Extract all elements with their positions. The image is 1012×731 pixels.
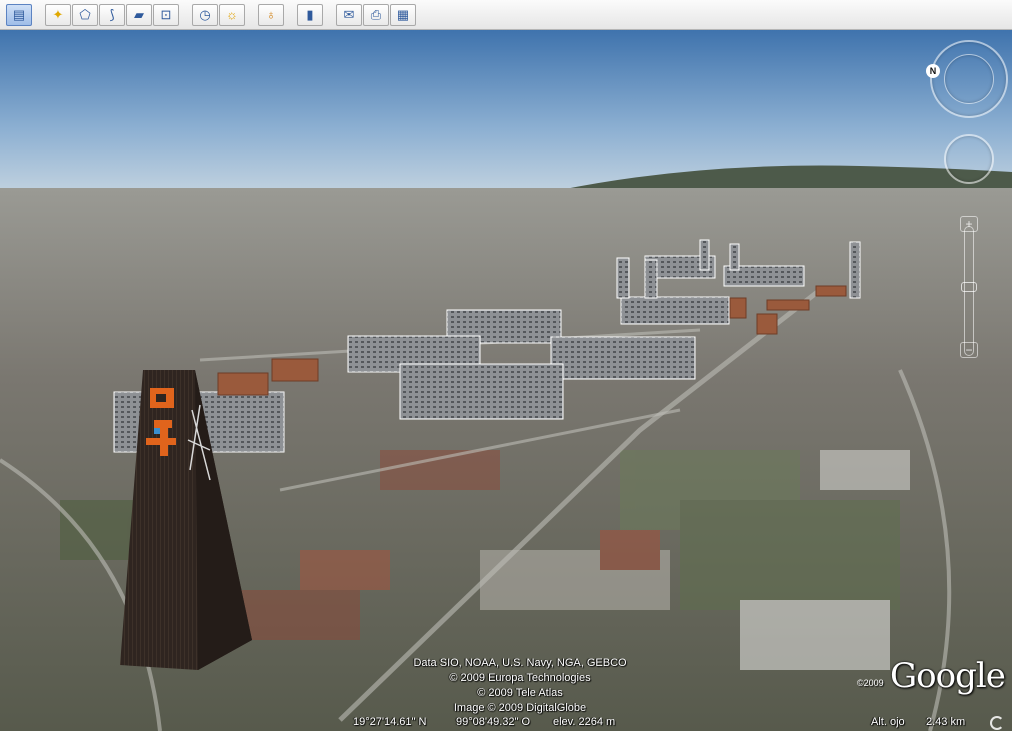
record-tour-button[interactable]: ⊡: [153, 3, 179, 26]
sidebar-toggle-button[interactable]: ▤: [6, 3, 32, 26]
elevation-readout: elev. 2264 m: [553, 716, 616, 728]
print-button[interactable]: ⎙: [363, 3, 389, 26]
ruler-button[interactable]: ▮: [297, 3, 323, 26]
north-reset-button[interactable]: N: [926, 64, 940, 78]
eye-altitude-value: 2.43 km: [926, 716, 966, 728]
sunlight-button[interactable]: ☼: [219, 3, 245, 26]
record-tour-icon: ⊡: [160, 7, 172, 22]
credit-line: Data SIO, NOAA, U.S. Navy, NGA, GEBCO: [413, 657, 627, 669]
historical-imagery-icon: ◷: [199, 7, 211, 22]
add-image-overlay-icon: ▰: [134, 7, 144, 22]
add-polygon-icon: ⬠: [79, 7, 91, 22]
google-logo: Google: [890, 656, 1006, 696]
add-path-icon: ⟆: [109, 7, 115, 22]
longitude-readout: 99°08'49.32" O: [456, 716, 531, 728]
zoom-slider-handle[interactable]: [961, 282, 977, 292]
view-in-maps-button[interactable]: ▦: [390, 3, 416, 26]
add-placemark-icon: ✦: [52, 7, 64, 22]
print-icon: ⎙: [370, 7, 382, 22]
imagery-credits: Data SIO, NOAA, U.S. Navy, NGA, GEBCO © …: [370, 656, 670, 716]
add-path-button[interactable]: ⟆: [99, 3, 125, 26]
switch-planet-button[interactable]: ♁: [258, 3, 284, 26]
move-joystick[interactable]: [944, 134, 994, 184]
streaming-progress-icon: [990, 716, 1004, 730]
historical-imagery-button[interactable]: ◷: [192, 3, 218, 26]
earth-3d-view[interactable]: N + − Data SIO, NOAA, U.S. Navy, NGA, GE…: [0, 30, 1012, 731]
add-placemark-button[interactable]: ✦: [45, 3, 71, 26]
ruler-icon: ▮: [306, 7, 314, 22]
email-button[interactable]: ✉: [336, 3, 362, 26]
sidebar-toggle-icon: ▤: [12, 7, 26, 22]
aerial-scene: [0, 30, 1012, 731]
zoom-out-button[interactable]: −: [960, 342, 978, 358]
email-icon: ✉: [343, 7, 355, 22]
add-polygon-button[interactable]: ⬠: [72, 3, 98, 26]
switch-planet-icon: ♁: [266, 7, 276, 22]
credit-line: © 2009 Europa Technologies: [449, 672, 591, 684]
copyright-year: ©2009: [857, 678, 884, 688]
credit-line: Image © 2009 DigitalGlobe: [453, 702, 587, 714]
eye-altitude-label: Alt. ojo: [871, 716, 905, 728]
add-image-overlay-button[interactable]: ▰: [126, 3, 152, 26]
latitude-readout: 19°27'14.61" N: [353, 716, 427, 728]
look-joystick[interactable]: [944, 54, 994, 104]
credit-line: © 2009 Tele Atlas: [477, 687, 563, 699]
view-in-maps-icon: ▦: [396, 7, 410, 22]
toolbar: ▤ ✦ ⬠ ⟆ ▰ ⊡ ◷ ☼ ♁ ▮ ✉ ⎙ ▦: [0, 0, 1012, 30]
sunlight-icon: ☼: [226, 7, 238, 22]
